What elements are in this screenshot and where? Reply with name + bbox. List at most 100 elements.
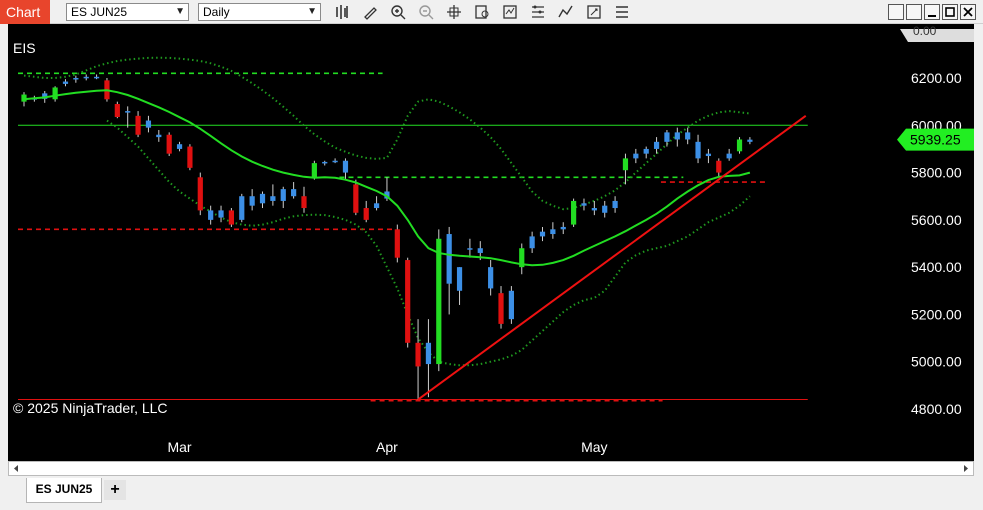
- chart-panel[interactable]: 6200.00 6000.00 5800.00 5600.00 5400.00 5200.…: [8, 24, 974, 461]
- candle-body: [135, 115, 141, 135]
- instrument-value: ES JUN25: [71, 5, 128, 19]
- candle-body: [591, 208, 597, 211]
- link-button[interactable]: [888, 4, 904, 20]
- candle-body: [311, 163, 317, 178]
- candle-body: [747, 139, 753, 142]
- horizontal-scrollbar[interactable]: [8, 461, 974, 476]
- crosshair-button[interactable]: [444, 2, 464, 22]
- candle-body: [581, 203, 587, 206]
- candle-body: [322, 161, 328, 164]
- indicators-button[interactable]: [500, 2, 520, 22]
- add-tab-button[interactable]: +: [104, 480, 126, 500]
- candle-body: [508, 290, 514, 320]
- candle-body: [353, 184, 359, 213]
- indicators-icon: [503, 5, 517, 19]
- candle-body: [176, 144, 183, 149]
- candle-body: [705, 153, 712, 157]
- top-value-label: 0.00: [913, 24, 937, 38]
- grid-layout-button[interactable]: [612, 2, 632, 22]
- price-axis[interactable]: 6200.006000.005800.005600.005400.005200.…: [911, 70, 962, 417]
- candle-body: [83, 76, 89, 79]
- bar-type-button[interactable]: [332, 2, 352, 22]
- close-button[interactable]: [960, 4, 976, 20]
- date-tick-label: May: [581, 439, 607, 455]
- scrollbar-track: [14, 465, 968, 472]
- candle-body: [73, 78, 79, 80]
- candle-body: [93, 76, 100, 79]
- candle-body: [187, 146, 193, 168]
- price-tick-label: 5600.00: [911, 212, 962, 228]
- time-axis[interactable]: Mar Apr May: [167, 439, 607, 455]
- candle-body: [415, 342, 421, 367]
- instrument-select[interactable]: ES JUN25 ▼: [66, 3, 189, 21]
- chevron-down-icon: ▼: [175, 6, 185, 17]
- candle-body: [736, 139, 743, 152]
- last-price-badge: 5939.25: [897, 128, 974, 151]
- candle-body: [622, 158, 629, 171]
- properties-icon: [587, 5, 601, 19]
- close-icon: [963, 7, 973, 17]
- candle-body: [664, 132, 670, 142]
- candle-body: [21, 94, 27, 102]
- app-title: Chart: [0, 0, 50, 24]
- candle-body: [695, 141, 701, 159]
- candle-body: [156, 134, 162, 138]
- interval-select[interactable]: Daily ▼: [198, 3, 321, 21]
- candle-body: [612, 200, 618, 209]
- candle-body: [571, 200, 577, 225]
- candle-body: [125, 111, 131, 113]
- pin-button[interactable]: [906, 4, 922, 20]
- zoom-out-button[interactable]: [416, 2, 436, 22]
- candle-body: [685, 132, 691, 140]
- candle-body: [560, 226, 566, 230]
- candle-body: [498, 293, 504, 324]
- properties-button[interactable]: [584, 2, 604, 22]
- scroll-right-icon[interactable]: [964, 465, 968, 472]
- chart-trader-button[interactable]: [556, 2, 576, 22]
- strategies-button[interactable]: [528, 2, 548, 22]
- candle-body: [405, 260, 411, 343]
- data-box-button[interactable]: [472, 2, 492, 22]
- scroll-left-icon[interactable]: [14, 465, 18, 472]
- candle-body: [653, 141, 660, 149]
- candle-body: [633, 153, 639, 159]
- candle-body: [145, 120, 152, 128]
- candle-body: [539, 231, 546, 237]
- candle-body: [301, 196, 307, 209]
- price-tick-label: 5400.00: [911, 259, 962, 275]
- candle-body: [488, 267, 494, 289]
- tab-es-jun25[interactable]: ES JUN25: [26, 478, 102, 503]
- minimize-button[interactable]: [924, 4, 940, 20]
- candle-body: [446, 234, 452, 284]
- candle-body: [249, 196, 255, 206]
- candlestick-icon: [336, 5, 348, 19]
- candle-body: [373, 203, 380, 209]
- candle-body: [436, 238, 442, 365]
- price-tick-label: 5000.00: [911, 354, 962, 370]
- candle-body: [52, 87, 58, 100]
- maximize-button[interactable]: [942, 4, 958, 20]
- candles: [21, 74, 753, 400]
- minimize-icon: [928, 15, 936, 17]
- maximize-icon: [945, 7, 955, 17]
- drawing-tools-button[interactable]: [360, 2, 380, 22]
- candle-body: [467, 248, 473, 250]
- candle-body: [197, 177, 203, 211]
- candle-body: [280, 189, 286, 201]
- zoom-in-button[interactable]: [388, 2, 408, 22]
- candle-body: [716, 160, 722, 173]
- candle-body: [425, 342, 432, 365]
- price-chart[interactable]: 6200.006000.005800.005600.005400.005200.…: [8, 24, 974, 461]
- tab-bar: ES JUN25 +: [0, 476, 983, 510]
- pencil-icon: [364, 7, 377, 20]
- crosshair-icon: [447, 5, 461, 19]
- top-value-tag: 0.00: [900, 24, 974, 42]
- last-price-label: 5939.25: [910, 132, 961, 148]
- chart-toolbar: Chart ES JUN25 ▼ Daily ▼: [0, 0, 983, 24]
- candle-body: [259, 193, 266, 204]
- interval-value: Daily: [203, 5, 230, 19]
- data-box-icon: [475, 5, 489, 19]
- price-tick-label: 5200.00: [911, 306, 962, 322]
- zoom-out-icon: [419, 5, 434, 20]
- candle-body: [550, 229, 556, 235]
